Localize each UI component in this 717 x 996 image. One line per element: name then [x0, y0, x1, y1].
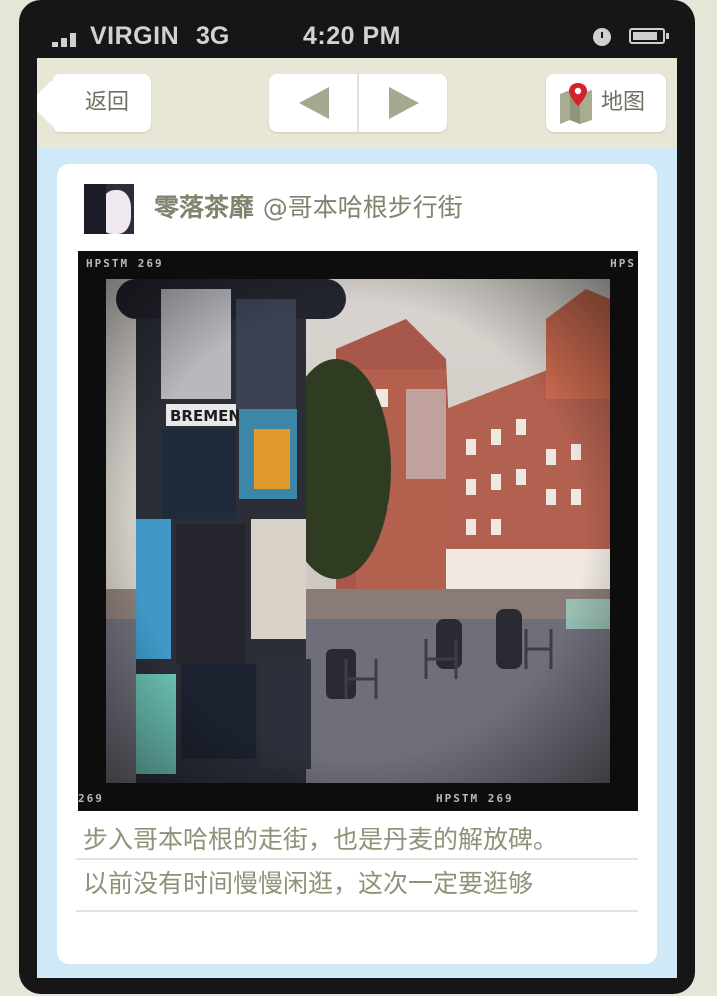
triangle-right-icon — [389, 87, 419, 119]
avatar[interactable] — [84, 184, 134, 234]
street-scene-image: BREMEN — [106, 279, 610, 783]
film-code-bottom-center: HPSTM 269 — [436, 792, 514, 805]
alarm-clock-icon — [593, 28, 611, 46]
signal-icon — [52, 33, 78, 47]
triangle-left-icon — [299, 87, 329, 119]
caption-line: 以前没有时间慢慢闲逛，这次一定要逛够 — [83, 869, 534, 898]
previous-button[interactable] — [269, 74, 357, 132]
user-name[interactable]: 零落茶靡 — [154, 193, 254, 222]
location-tag[interactable]: @哥本哈根步行街 — [263, 193, 463, 222]
caption-divider — [76, 910, 638, 912]
map-button-label: 地图 — [601, 90, 646, 115]
post-photo[interactable]: HPSTM 269 HPS 269 HPSTM 269 — [78, 251, 638, 811]
film-code-top-left: HPSTM 269 — [86, 257, 164, 270]
back-button[interactable]: 返回 — [53, 74, 151, 132]
map-button[interactable]: 地图 — [546, 74, 666, 132]
film-code-bottom-left: 269 — [78, 792, 104, 805]
map-pin-icon — [560, 83, 592, 124]
post-card: 零落茶靡 @哥本哈根步行街 HPSTM 269 HPS 269 HPSTM 26… — [57, 164, 657, 964]
caption-divider — [76, 858, 638, 860]
next-button[interactable] — [359, 74, 447, 132]
caption-line: 步入哥本哈根的走街，也是丹麦的解放碑。 — [83, 825, 559, 854]
post-header: 零落茶靡 @哥本哈根步行街 — [154, 188, 463, 224]
battery-icon — [629, 28, 669, 44]
pager-control — [269, 74, 447, 132]
film-code-top-right: HPS — [610, 257, 636, 270]
nav-bar: 返回 地图 — [37, 58, 677, 148]
network-label: 3G — [196, 22, 230, 50]
app-screen: 返回 地图 零落茶靡 @哥本哈根步行街 HPSTM 269 HPS 269 HP… — [37, 58, 677, 978]
back-button-label: 返回 — [85, 90, 130, 115]
carrier-label: VIRGIN — [90, 22, 180, 50]
time-label: 4:20 PM — [303, 22, 401, 50]
status-bar: VIRGIN 3G 4:20 PM — [37, 14, 679, 60]
